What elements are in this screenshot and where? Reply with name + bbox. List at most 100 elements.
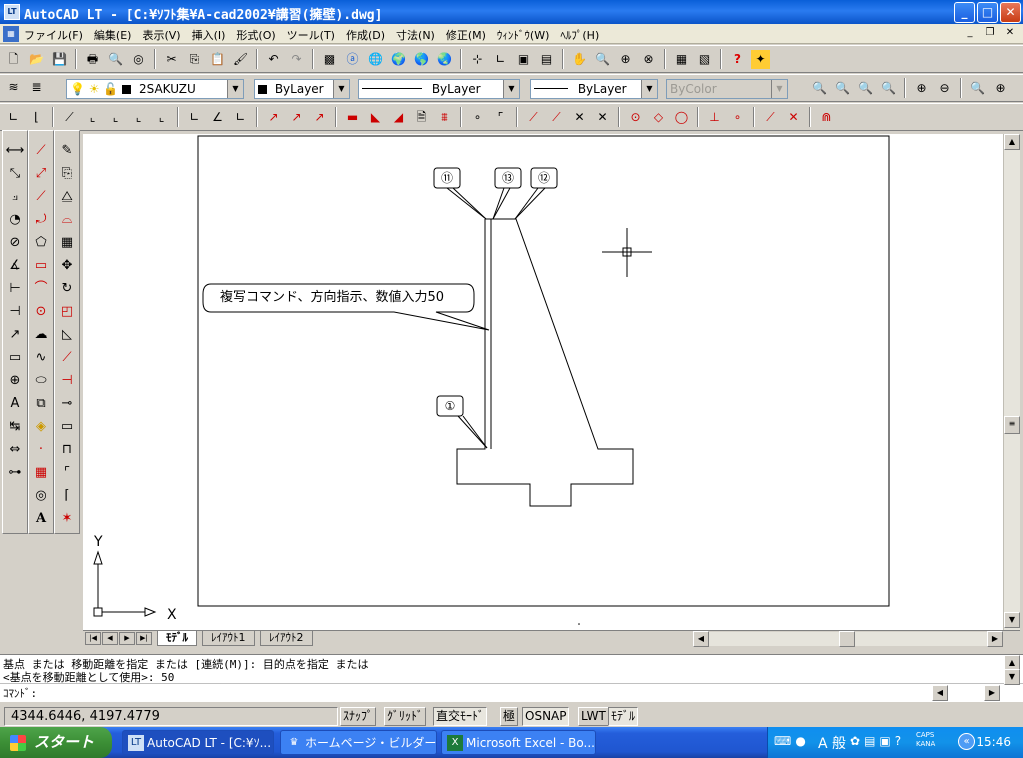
ellipse-icon[interactable]: ⬭ [31, 372, 51, 390]
color-dropdown[interactable]: ByLayer ▼ [254, 79, 350, 99]
lengthen-icon[interactable]: ⟋ [57, 349, 77, 367]
osnap-quadrant-icon[interactable]: ◇ [649, 108, 668, 127]
dim-linear-icon[interactable]: ⟷ [5, 142, 25, 160]
ucs-rotate-x-icon[interactable]: ↗ [264, 108, 283, 127]
command-prompt[interactable]: ｺﾏﾝﾄﾞ: [3, 685, 37, 701]
osnap-endpoint-icon[interactable]: ⟋ [524, 108, 543, 127]
menu-format[interactable]: 形式(O) [236, 27, 275, 43]
match-properties-icon[interactable]: 🖌 [231, 50, 250, 69]
multiline-text-icon[interactable]: A [31, 510, 51, 528]
osnap-none-icon[interactable]: ✕ [784, 108, 803, 127]
zoom-window-icon[interactable]: 🔍 [810, 79, 829, 98]
snap-tracking-icon[interactable]: ⊹ [468, 50, 487, 69]
polyline-icon[interactable]: ⟋ [31, 188, 51, 206]
dim-update-icon[interactable]: ⇔ [5, 441, 25, 459]
ucs-world-icon[interactable]: ⟋ [60, 108, 79, 127]
osnap-nearest-icon[interactable]: ⟋ [761, 108, 780, 127]
ucs-face-icon[interactable]: ⌞ [106, 108, 125, 127]
copy-icon[interactable]: ⎘ [185, 50, 204, 69]
browse-web-icon[interactable]: 🌎 [412, 50, 431, 69]
dim-diameter-icon[interactable]: ⊘ [5, 234, 25, 252]
menu-tools[interactable]: ツール(T) [287, 27, 335, 43]
menu-insert[interactable]: 挿入(I) [192, 27, 226, 43]
zoom-scale-icon[interactable]: 🔍 [856, 79, 875, 98]
dim-leader-icon[interactable]: ↗ [5, 326, 25, 344]
zoom-in-icon[interactable]: ⊕ [912, 79, 931, 98]
ortho-toggle[interactable]: 直交ﾓｰﾄﾞ [433, 707, 488, 726]
task-excel[interactable]: X Microsoft Excel - Bo... [441, 730, 596, 755]
osnap-center-icon[interactable]: ⊙ [626, 108, 645, 127]
osnap-intersection-icon[interactable]: ✕ [570, 108, 589, 127]
layer-dropdown[interactable]: 💡 ☀ 🔓 2SAKUZU ▼ [66, 79, 244, 99]
task-homepage-builder[interactable]: ♛ ホームページ・ビルダー ... [280, 730, 437, 755]
osnap-tangent-icon[interactable]: ◯ [672, 108, 691, 127]
trim-icon[interactable]: ⊣ [57, 372, 77, 390]
explode-icon[interactable]: ✶ [57, 510, 77, 528]
zoom-center-icon[interactable]: 🔍 [879, 79, 898, 98]
first-tab-icon[interactable]: |◀ [85, 632, 101, 645]
vertical-scrollbar[interactable]: ▲ ≡ ▼ [1003, 134, 1020, 630]
command-window[interactable]: 基点 または 移動距離を指定 または [連続(M)]: 目的点を指定 または <… [0, 654, 1023, 702]
lwt-toggle[interactable]: LWT [578, 707, 609, 726]
tab-layout1[interactable]: ﾚｲｱｳﾄ1 [202, 631, 255, 646]
hyperlink-globe-icon[interactable]: 🌍 [389, 50, 408, 69]
ucs-rotate-z-icon[interactable]: ↗ [310, 108, 329, 127]
start-button[interactable]: スタート [0, 727, 112, 758]
last-tab-icon[interactable]: ▶| [136, 632, 152, 645]
ime-dictionary-icon[interactable]: ▤ [864, 734, 875, 748]
layer-manager-icon[interactable]: ≋ [4, 78, 23, 97]
drawing-canvas[interactable]: ⑪ ⑬ ⑫ ① 複写コマンド、方向指示、数値入力50 X Y [83, 134, 1003, 630]
ucs-x-icon[interactable]: ∟ [231, 108, 250, 127]
dim-baseline-icon[interactable]: ⊢ [5, 280, 25, 298]
prev-tab-icon[interactable]: ◀ [102, 632, 118, 645]
point-icon[interactable]: · [31, 441, 51, 459]
dimension-linear-icon[interactable]: ▬ [343, 108, 362, 127]
close-button[interactable]: ✕ [1000, 2, 1021, 23]
circle-icon[interactable]: ⊙ [31, 303, 51, 321]
ime-mode[interactable]: A 般 [818, 733, 846, 753]
array-icon[interactable]: ▦ [57, 234, 77, 252]
cmd-scroll-down-icon[interactable]: ▼ [1004, 669, 1020, 685]
arc-icon[interactable]: ⌒ [31, 280, 51, 298]
ime-tools-icon[interactable]: ▣ [879, 734, 890, 748]
copy-object-icon[interactable]: ⎘ [57, 165, 77, 183]
grid-toggle[interactable]: ｸﾞﾘｯﾄﾞ [384, 707, 427, 726]
dim-style-icon[interactable]: ⊶ [5, 464, 25, 482]
dim-text-edit-icon[interactable]: ↹ [5, 418, 25, 436]
tab-layout2[interactable]: ﾚｲｱｳﾄ2 [260, 631, 313, 646]
scroll-up-icon[interactable]: ▲ [1004, 134, 1020, 150]
lineweight-dropdown[interactable]: ByLayer ▼ [530, 79, 658, 99]
model-toggle[interactable]: ﾓﾃﾞﾙ [608, 707, 639, 726]
join-icon[interactable]: ⊓ [57, 441, 77, 459]
document-icon[interactable]: ▦ [3, 26, 19, 42]
ucs-icon[interactable]: ∟ [491, 50, 510, 69]
menu-draw[interactable]: 作成(D) [346, 27, 385, 43]
dimension-radius-icon[interactable]: ◢ [389, 108, 408, 127]
insert-block-icon[interactable]: ⧉ [31, 395, 51, 413]
chevron-down-icon[interactable]: ▼ [503, 80, 519, 98]
named-views-icon[interactable]: ▣ [514, 50, 533, 69]
dim-center-icon[interactable]: ⊕ [5, 372, 25, 390]
erase-icon[interactable]: ✎ [57, 142, 77, 160]
publish-icon[interactable]: ◎ [129, 50, 148, 69]
show-hidden-icons-icon[interactable]: « [958, 733, 975, 750]
polygon-icon[interactable]: ⬠ [31, 234, 51, 252]
cut-icon[interactable]: ✂ [162, 50, 181, 69]
ucs-zaxis-icon[interactable]: ∟ [185, 108, 204, 127]
cmd-scroll-left-icon[interactable]: ◀ [932, 685, 948, 701]
osnap-from-icon[interactable]: ⌜ [491, 108, 510, 127]
snap-toggle[interactable]: ｽﾅｯﾌﾟ [340, 707, 377, 726]
doc-minimize-button[interactable]: _ [963, 26, 977, 40]
dim-edit-icon[interactable]: A [5, 395, 25, 413]
osnap-node-icon[interactable]: ∘ [728, 108, 747, 127]
chevron-down-icon[interactable]: ▼ [333, 80, 349, 98]
make-block-icon[interactable]: ◈ [31, 418, 51, 436]
menu-window[interactable]: ｳｨﾝﾄﾞｳ(W) [497, 27, 549, 43]
chamfer-icon[interactable]: ⌜ [57, 464, 77, 482]
ucs-rotate-y-icon[interactable]: ↗ [287, 108, 306, 127]
menu-file[interactable]: ファイル(F) [24, 27, 83, 43]
rectangle-icon[interactable]: ▭ [31, 257, 51, 275]
zoom-out-icon[interactable]: ⊖ [935, 79, 954, 98]
dim-tolerance-icon[interactable]: ▭ [5, 349, 25, 367]
menu-edit[interactable]: 編集(E) [94, 27, 132, 43]
